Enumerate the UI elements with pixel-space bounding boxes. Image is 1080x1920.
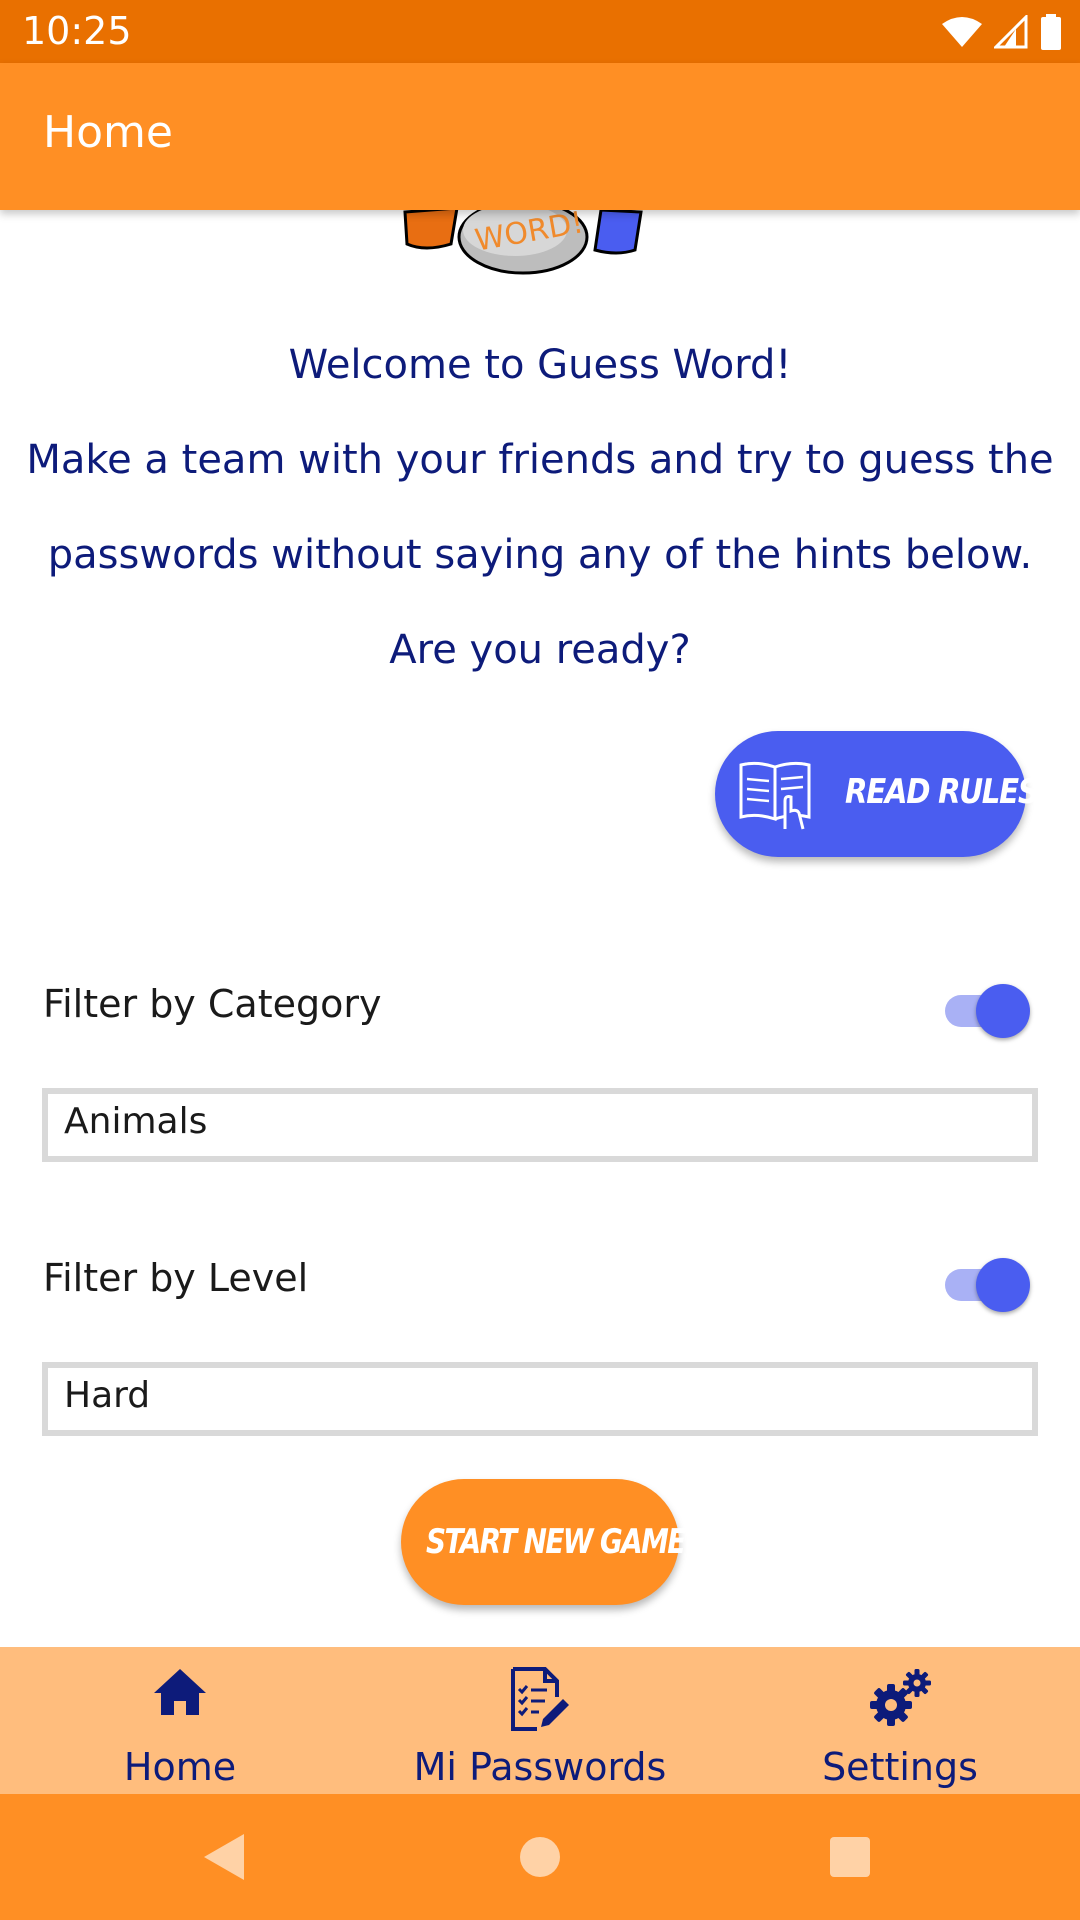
category-select[interactable]: Animals (42, 1088, 1038, 1162)
filter-level-toggle[interactable] (943, 1254, 1031, 1314)
level-select[interactable]: Hard (42, 1362, 1038, 1436)
nav-label-home: Home (123, 1745, 237, 1789)
nav-item-mi-passwords[interactable]: Mi Passwords (360, 1647, 720, 1794)
status-bar: 10:25 (0, 0, 1080, 63)
toggle-thumb (976, 1258, 1030, 1312)
home-content[interactable]: WORD! Welcome to Guess Word! Make a team… (0, 210, 1080, 1647)
status-time: 10:25 (22, 9, 132, 53)
system-navigation-bar (0, 1794, 1080, 1920)
filter-level-label: Filter by Level (43, 1256, 309, 1300)
gears-icon (870, 1669, 931, 1726)
category-select-value: Animals (64, 1101, 208, 1142)
welcome-text-line: passwords without saying any of the hint… (47, 532, 1033, 578)
nav-item-settings[interactable]: Settings (720, 1647, 1080, 1794)
start-new-game-button[interactable]: START NEW GAME (401, 1479, 686, 1605)
bottom-navigation: Home Mi Passwords Settings (0, 1647, 1080, 1794)
back-triangle-icon (204, 1834, 244, 1880)
recent-apps-square-icon (830, 1837, 870, 1877)
cell-signal-icon (994, 15, 1028, 49)
passwords-list-icon (511, 1667, 569, 1731)
back-button[interactable] (164, 1794, 284, 1920)
battery-icon (1041, 14, 1061, 50)
filter-category-label: Filter by Category (43, 982, 382, 1026)
welcome-text-line: Make a team with your friends and try to… (26, 437, 1054, 483)
nav-label-settings: Settings (822, 1745, 978, 1789)
status-icons (942, 12, 1062, 52)
guess-word-logo: WORD! (403, 210, 643, 275)
book-rules-icon (739, 761, 811, 830)
read-rules-button[interactable]: READ RULES (715, 731, 1039, 857)
nav-label-mi-passwords: Mi Passwords (413, 1745, 667, 1789)
home-circle-icon (520, 1837, 560, 1877)
welcome-heading: Welcome to Guess Word! (288, 342, 792, 388)
recent-apps-button[interactable] (790, 1794, 910, 1920)
screen: 10:25 Home WORD! Welcome to Guess Word! … (0, 0, 1080, 1920)
toggle-thumb (976, 984, 1030, 1038)
wifi-icon (942, 17, 982, 47)
start-new-game-label: START NEW GAME (426, 1522, 686, 1562)
filter-category-toggle[interactable] (943, 980, 1031, 1040)
home-icon (154, 1669, 206, 1715)
read-rules-label: READ RULES (845, 772, 1039, 812)
system-home-button[interactable] (480, 1794, 600, 1920)
app-bar: Home (0, 63, 1080, 210)
nav-item-home[interactable]: Home (0, 1647, 360, 1794)
page-title: Home (43, 107, 173, 158)
level-select-value: Hard (64, 1375, 151, 1416)
welcome-question: Are you ready? (389, 627, 691, 673)
